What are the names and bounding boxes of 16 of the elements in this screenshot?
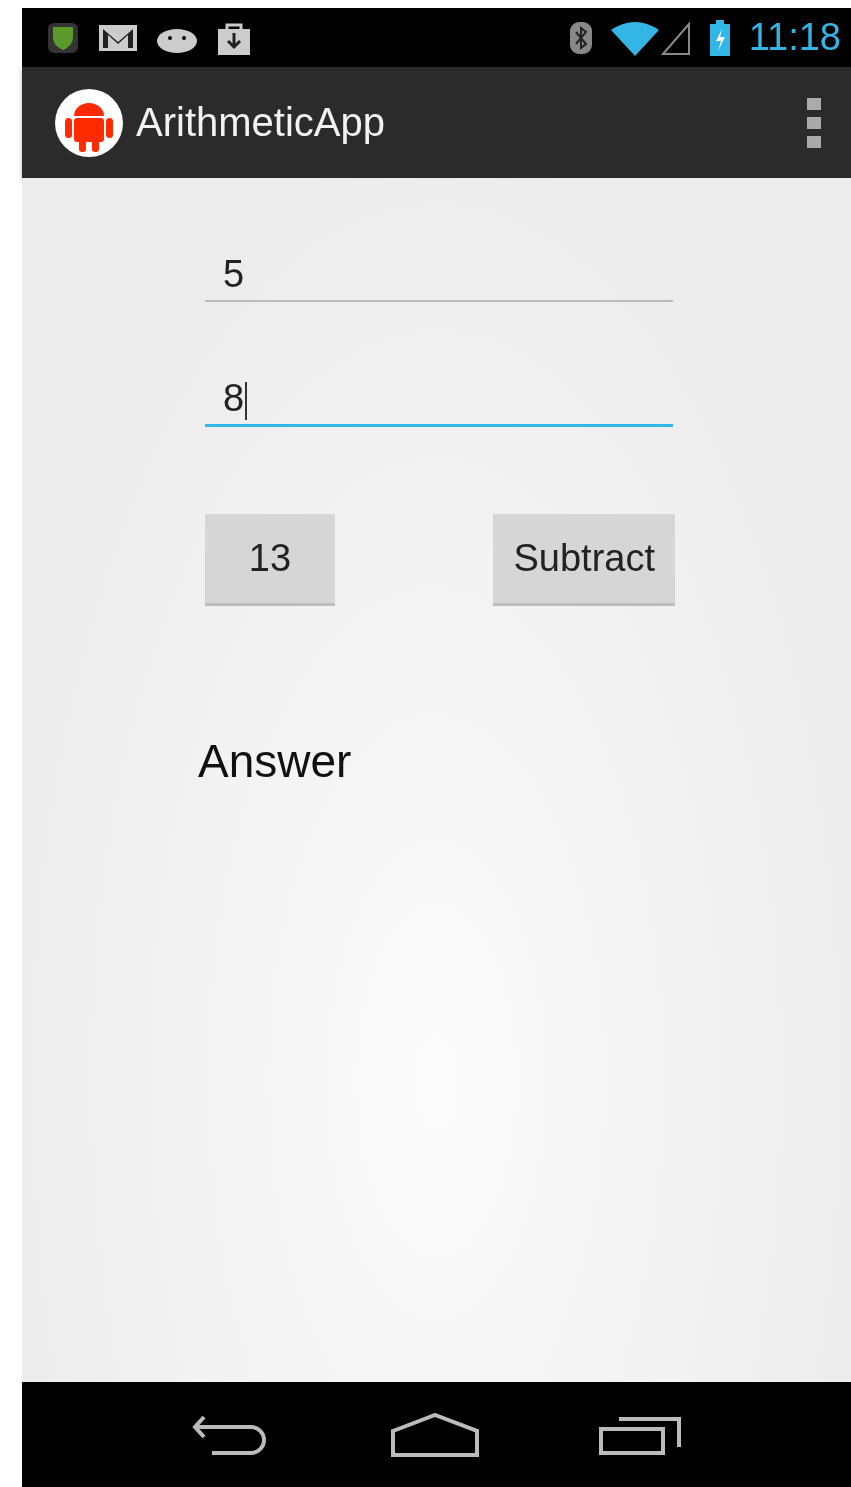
android-logo-icon — [54, 87, 124, 158]
app-title: ArithmeticApp — [136, 100, 385, 145]
operation-button[interactable]: Subtract — [493, 514, 675, 606]
battery-icon — [708, 19, 731, 56]
operation-button[interactable]: 13 — [205, 514, 335, 606]
home-icon[interactable] — [391, 1412, 480, 1457]
wifi-signal-icon — [610, 19, 691, 56]
number-input-field[interactable]: 5 — [205, 246, 673, 302]
clock-time: 11:18 — [748, 16, 841, 59]
bluetooth-icon — [568, 20, 593, 55]
mail-icon — [98, 22, 138, 53]
overflow-menu-icon[interactable] — [807, 97, 821, 148]
shield-icon — [46, 20, 80, 55]
answer-label: Answer — [198, 734, 353, 788]
recent-apps-icon[interactable] — [599, 1414, 682, 1455]
number-input-field[interactable]: 8 — [205, 371, 673, 427]
